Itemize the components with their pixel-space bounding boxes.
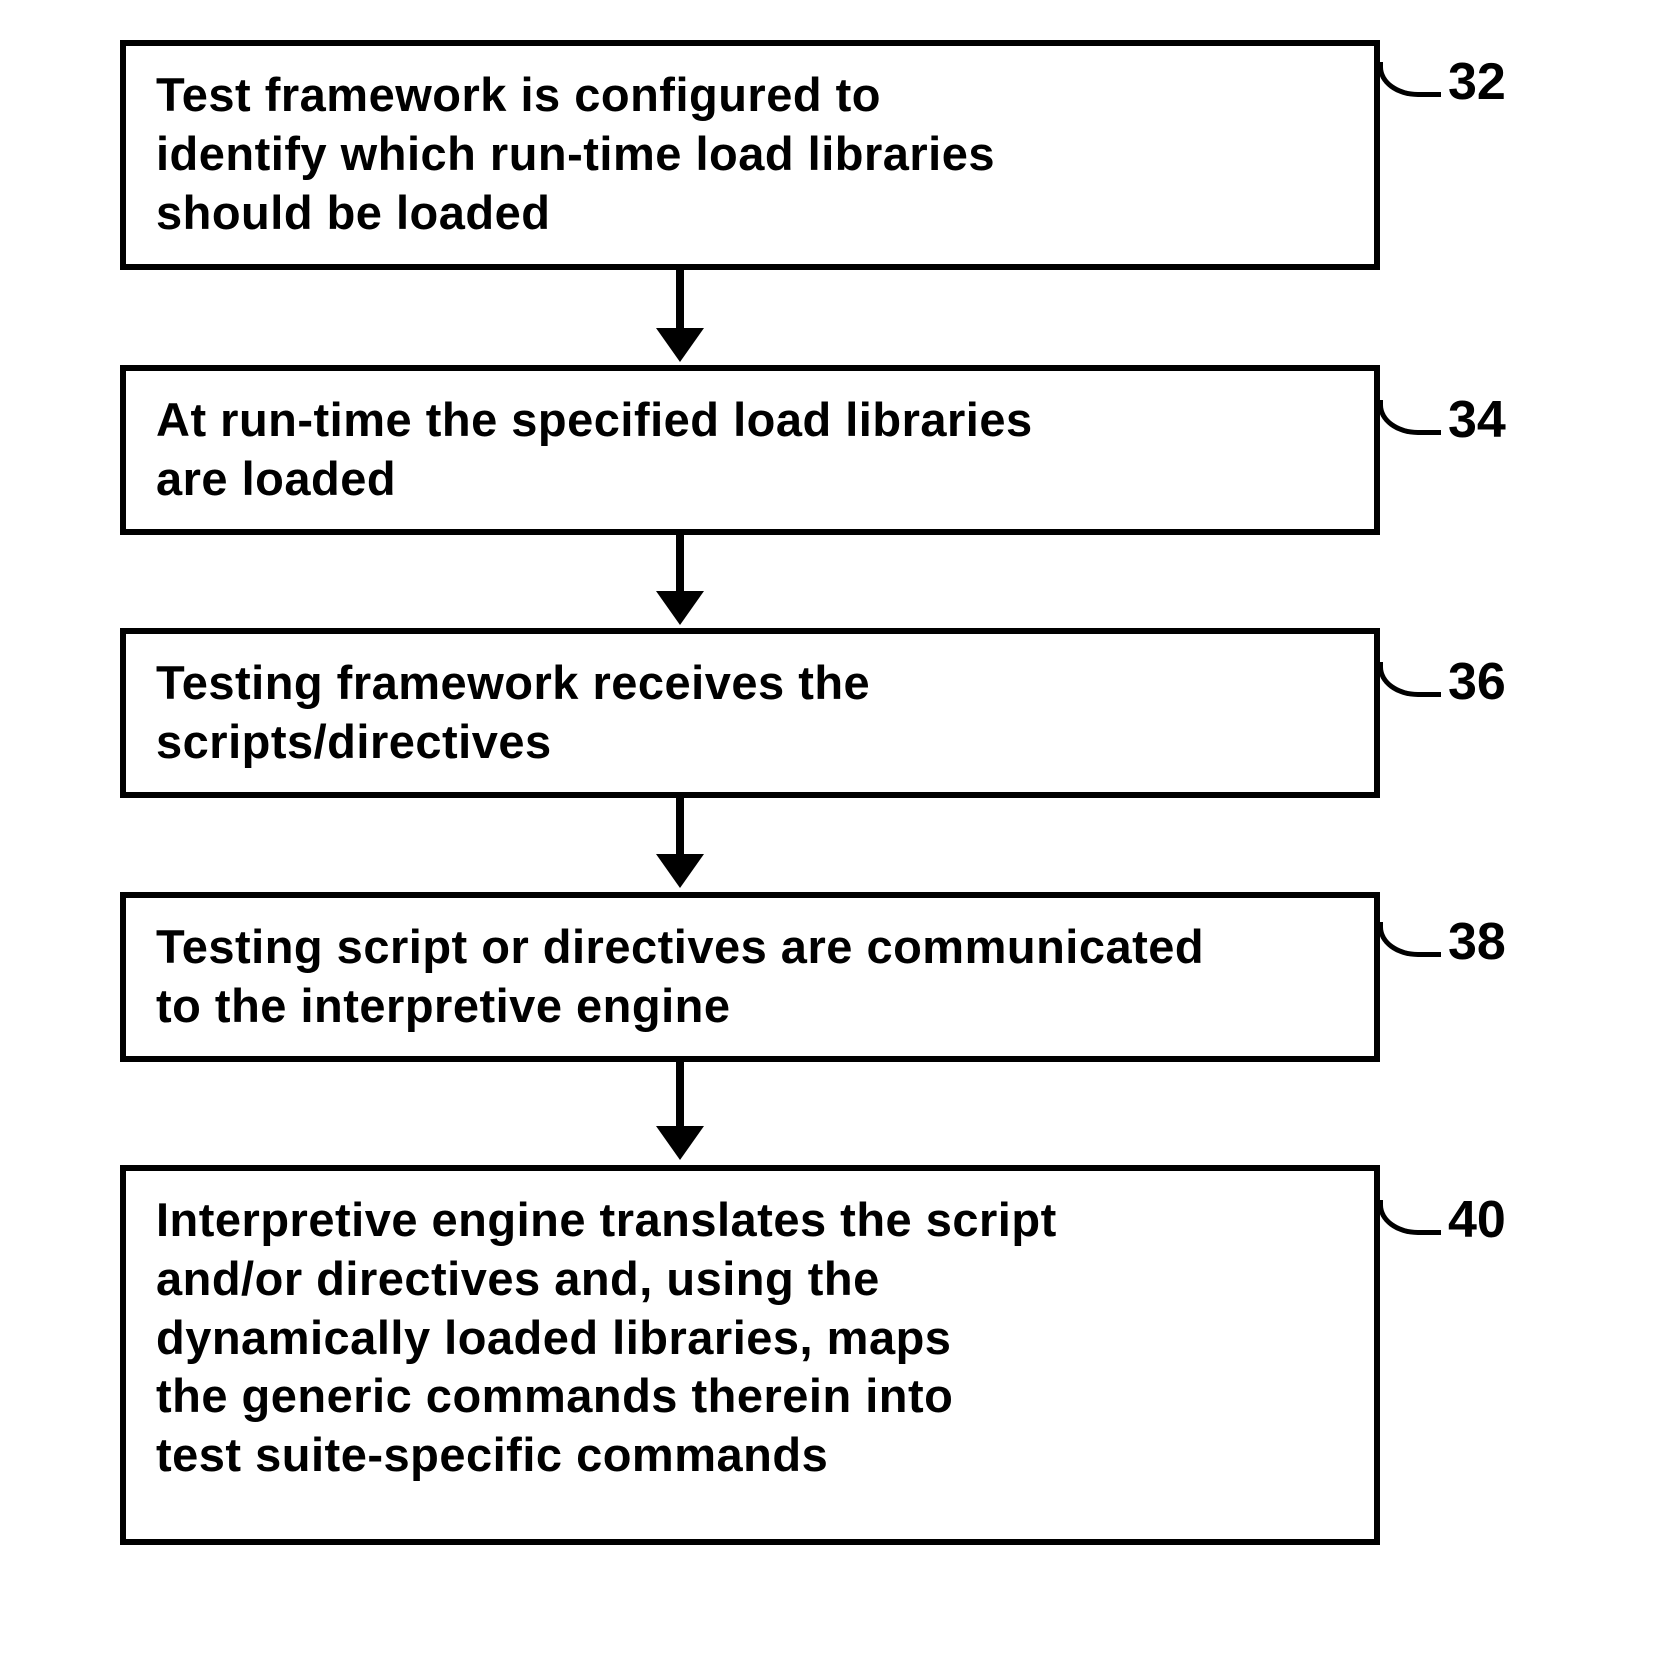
flow-box-38-text: Testing script or directives are communi… bbox=[156, 918, 1204, 1036]
connector-34 bbox=[1378, 400, 1441, 435]
label-40: 40 bbox=[1448, 1190, 1506, 1250]
flow-box-32-text: Test framework is configured to identify… bbox=[156, 66, 995, 242]
connector-36 bbox=[1378, 662, 1441, 697]
label-34: 34 bbox=[1448, 390, 1506, 450]
flow-box-32: Test framework is configured to identify… bbox=[120, 40, 1380, 270]
flowchart-canvas: Test framework is configured to identify… bbox=[0, 0, 1662, 1667]
label-32: 32 bbox=[1448, 52, 1506, 112]
connector-40 bbox=[1378, 1200, 1441, 1235]
connector-38 bbox=[1378, 922, 1441, 957]
connector-32 bbox=[1378, 62, 1441, 97]
flow-box-36: Testing framework receives the scripts/d… bbox=[120, 628, 1380, 798]
flow-box-34: At run-time the specified load libraries… bbox=[120, 365, 1380, 535]
flow-box-36-text: Testing framework receives the scripts/d… bbox=[156, 654, 870, 772]
label-38: 38 bbox=[1448, 912, 1506, 972]
flow-box-38: Testing script or directives are communi… bbox=[120, 892, 1380, 1062]
label-36: 36 bbox=[1448, 652, 1506, 712]
flow-box-40-text: Interpretive engine translates the scrip… bbox=[156, 1191, 1057, 1485]
flow-box-34-text: At run-time the specified load libraries… bbox=[156, 391, 1033, 509]
flow-box-40: Interpretive engine translates the scrip… bbox=[120, 1165, 1380, 1545]
